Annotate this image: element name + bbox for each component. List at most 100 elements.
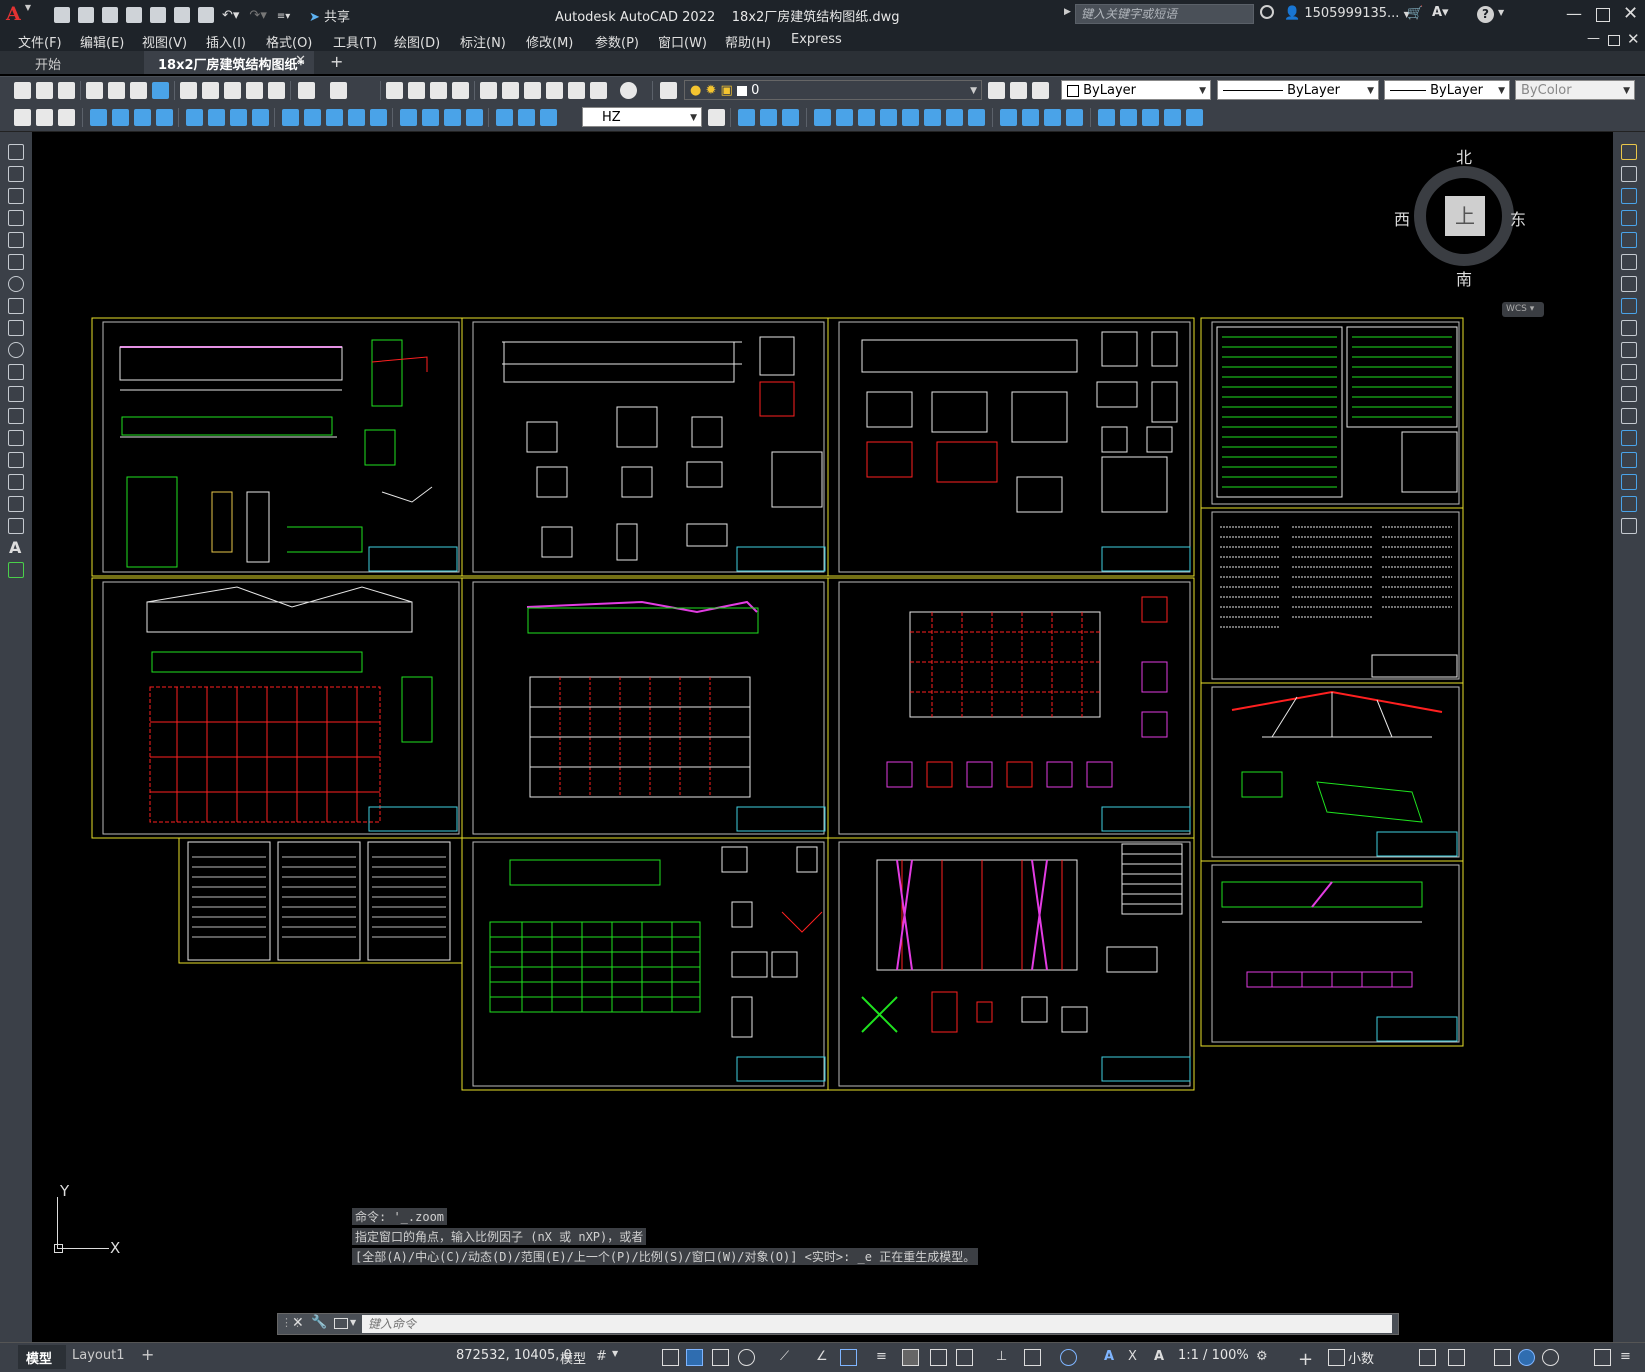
- delete-faces-icon[interactable]: [880, 109, 897, 126]
- auto-scale-icon[interactable]: X: [1128, 1349, 1145, 1366]
- help-chevron-icon[interactable]: ▼: [1498, 8, 1504, 17]
- selection-filter-icon[interactable]: [1024, 1349, 1041, 1366]
- taper-faces-icon[interactable]: [924, 109, 941, 126]
- aligned-dim-icon[interactable]: [112, 109, 129, 126]
- intersect-icon[interactable]: [782, 109, 799, 126]
- selection-cycling-icon[interactable]: [930, 1349, 947, 1366]
- customize-command-icon[interactable]: 🔧: [311, 1315, 327, 1330]
- close-window-button[interactable]: ✕: [1623, 3, 1638, 24]
- tab-drawing[interactable]: 18x2厂房建筑结构图纸* ✕: [144, 51, 314, 74]
- pan-icon[interactable]: [386, 82, 403, 99]
- rotate-faces-icon[interactable]: [902, 109, 919, 126]
- app-menu-button[interactable]: A ▼: [6, 3, 38, 25]
- blend-curves-icon[interactable]: [1621, 496, 1637, 512]
- chamfer-edges-icon[interactable]: [1164, 109, 1181, 126]
- chamfer-icon[interactable]: [1621, 452, 1637, 468]
- revision-cloud-icon[interactable]: [8, 298, 24, 314]
- layer-dropdown[interactable]: ● ✹ ▣ 0 ▼: [684, 80, 982, 100]
- copy-edges-icon[interactable]: [1098, 109, 1115, 126]
- menu-tools[interactable]: 工具(T): [333, 32, 377, 51]
- menu-modify[interactable]: 修改(M): [526, 32, 573, 51]
- command-input[interactable]: [362, 1315, 1392, 1333]
- table-icon[interactable]: [8, 518, 24, 534]
- fullscreen-icon[interactable]: [1594, 1349, 1611, 1366]
- open-icon[interactable]: [36, 82, 53, 99]
- layer-state-icon[interactable]: [1032, 82, 1049, 99]
- chevron-down-icon[interactable]: ▼: [612, 1349, 629, 1366]
- isolate-objects-icon[interactable]: [1494, 1349, 1511, 1366]
- array-icon[interactable]: [1621, 232, 1637, 248]
- linear-dim-icon[interactable]: [90, 109, 107, 126]
- stretch-icon[interactable]: [1621, 320, 1637, 336]
- paste-icon[interactable]: [224, 82, 241, 99]
- offset-icon[interactable]: [1621, 210, 1637, 226]
- search-box[interactable]: 键入关键字或短语: [1075, 4, 1254, 24]
- lineweight-dropdown[interactable]: ByLayer ▼: [1384, 80, 1510, 100]
- linetype-dropdown[interactable]: ByLayer ▼: [1217, 80, 1379, 100]
- mirror-icon[interactable]: [1621, 188, 1637, 204]
- hatch-icon[interactable]: [8, 452, 24, 468]
- clean-icon[interactable]: [1022, 109, 1039, 126]
- save-icon[interactable]: [102, 7, 118, 23]
- text-style-icon[interactable]: [36, 109, 53, 126]
- baseline-dim-icon[interactable]: [304, 109, 321, 126]
- gradient-icon[interactable]: [8, 474, 24, 490]
- jogged-linear-icon[interactable]: [466, 109, 483, 126]
- color-dropdown[interactable]: ByLayer ▼: [1061, 80, 1211, 100]
- design-center-icon[interactable]: [502, 82, 519, 99]
- customize-qat-icon[interactable]: ≡▾: [277, 11, 290, 22]
- new-file-icon[interactable]: [54, 7, 70, 23]
- tab-model[interactable]: 模型: [18, 1345, 66, 1369]
- fillet-edges-icon[interactable]: [1142, 109, 1159, 126]
- annotation-scale-value[interactable]: 1:1 / 100%: [1178, 1348, 1249, 1363]
- redo-icon[interactable]: ↷▾: [249, 8, 266, 23]
- undo-icon[interactable]: [298, 82, 315, 99]
- new-icon[interactable]: [14, 82, 31, 99]
- menu-draw[interactable]: 绘图(D): [394, 32, 440, 51]
- plot-preview-icon[interactable]: [108, 82, 125, 99]
- close-command-icon[interactable]: ✕: [292, 1315, 304, 1331]
- open-web-icon[interactable]: [150, 7, 166, 23]
- plot-icon[interactable]: [86, 82, 103, 99]
- imprint-icon[interactable]: [1000, 109, 1017, 126]
- text-style-dropdown[interactable]: HZ ▼: [582, 107, 702, 127]
- ellipse-icon[interactable]: [8, 342, 24, 358]
- isodraft-icon[interactable]: ⟋: [780, 1349, 797, 1366]
- help-icon[interactable]: [620, 82, 637, 99]
- coordinates-readout[interactable]: 872532, 10405, 0: [456, 1348, 572, 1363]
- new-tab-button[interactable]: +: [330, 52, 343, 71]
- open-file-icon[interactable]: [78, 7, 94, 23]
- markup-icon[interactable]: [568, 82, 585, 99]
- arc-length-icon[interactable]: [134, 109, 151, 126]
- add-selected-icon[interactable]: [8, 562, 24, 578]
- redo-icon[interactable]: [330, 82, 347, 99]
- sheet-set-icon[interactable]: [546, 82, 563, 99]
- add-layout-button[interactable]: +: [141, 1345, 154, 1364]
- gizmo-icon[interactable]: [1060, 1349, 1077, 1366]
- copy-object-icon[interactable]: [1621, 166, 1637, 182]
- maximize-button[interactable]: [1596, 8, 1610, 22]
- object-snap-tracking-icon[interactable]: ∠: [816, 1349, 833, 1366]
- dim-break-icon[interactable]: [370, 109, 387, 126]
- angular-dim-icon[interactable]: [252, 109, 269, 126]
- color-faces-icon[interactable]: [968, 109, 985, 126]
- layer-properties-icon[interactable]: [660, 82, 677, 99]
- make-block-icon[interactable]: [8, 408, 24, 424]
- break-icon[interactable]: [1621, 408, 1637, 424]
- dim-edit-icon[interactable]: [496, 109, 513, 126]
- copy-icon[interactable]: [202, 82, 219, 99]
- a360-icon[interactable]: A▾: [1432, 5, 1449, 20]
- menu-format[interactable]: 格式(O): [266, 32, 312, 51]
- dim-style-icon[interactable]: [14, 109, 31, 126]
- quick-properties-icon[interactable]: [1419, 1349, 1436, 1366]
- grid-icon[interactable]: #: [596, 1349, 613, 1366]
- rotate-icon[interactable]: [1621, 276, 1637, 292]
- offset-faces-icon[interactable]: [858, 109, 875, 126]
- model-space-canvas[interactable]: 上 北 南 东 西 WCS ▾ Y X 命令: '_.zoom 指定窗口的角点，…: [32, 132, 1613, 1342]
- 3d-print-icon[interactable]: [152, 82, 169, 99]
- make-current-layer-icon[interactable]: [988, 82, 1005, 99]
- quickcalc-icon[interactable]: [590, 82, 607, 99]
- help-button[interactable]: ?: [1477, 6, 1494, 23]
- zoom-previous-icon[interactable]: [452, 82, 469, 99]
- polygon-icon[interactable]: [8, 210, 24, 226]
